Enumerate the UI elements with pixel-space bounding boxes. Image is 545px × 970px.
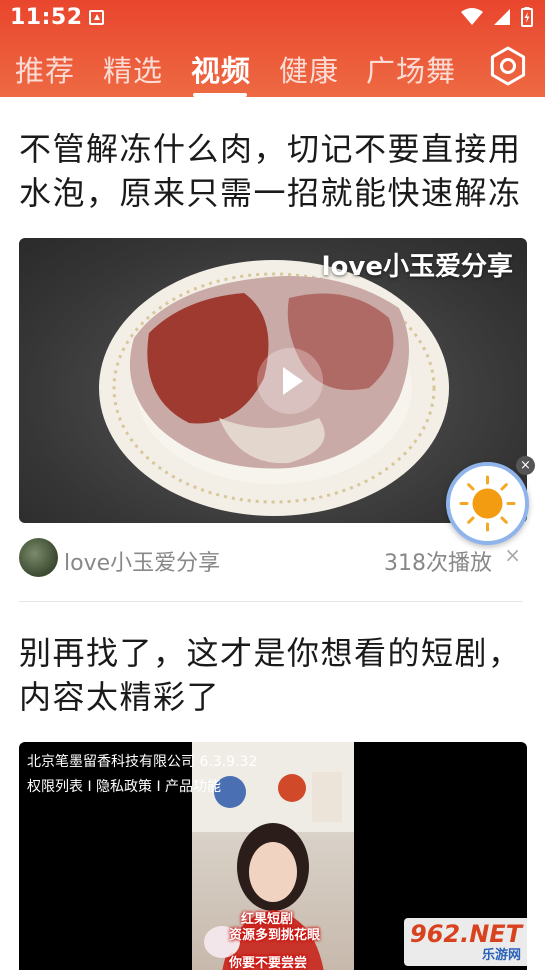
watermark-sub-text: 乐游网 [482,948,522,963]
video-overlay-text: love小玉爱分享 [321,252,513,282]
article-title-line: 水泡，原来只需一招就能快速解冻 [19,174,522,212]
article-title-line: 内容太精彩了 [19,678,221,716]
tab-health[interactable]: 健康 [279,48,339,90]
author-name[interactable]: love小玉爱分享 [64,545,220,577]
advertiser-company: 北京笔墨留香科技有限公司 6.3.9.32 [27,754,258,770]
app-notification-icon [89,10,104,25]
play-icon[interactable] [257,348,323,414]
play-count: 318次播放 [384,551,492,576]
article-title[interactable]: 不管解冻什么肉，切记不要直接用 水泡，原来只需一招就能快速解冻 [19,127,529,215]
author-row: love小玉爱分享 318次播放 × [19,538,527,578]
status-time: 11:52 [10,5,83,30]
video-caption: 资源多到挑花眼 [229,928,321,943]
app-header: 11:52 推荐 精选 视频 健康 广场舞 [0,0,545,97]
settings-icon [490,46,526,86]
floating-weather-button[interactable] [446,462,529,545]
tab-featured[interactable]: 精选 [103,48,163,90]
article-title[interactable]: 别再找了，这才是你想看的短剧， 内容太精彩了 [19,631,529,719]
video-caption: 你要不要尝尝 [229,956,308,970]
signal-icon [494,9,510,25]
floating-close-button[interactable]: × [516,456,535,475]
sun-icon [459,475,516,532]
avatar[interactable] [19,538,58,577]
article-title-line: 别再找了，这才是你想看的短剧， [19,634,522,672]
site-watermark: 962.NET 乐游网 [404,918,542,966]
article-title-line: 不管解冻什么肉，切记不要直接用 [19,130,522,168]
category-tabs: 推荐 精选 视频 健康 广场舞 [0,44,545,97]
tab-video[interactable]: 视频 [191,48,251,90]
battery-icon [521,7,533,27]
settings-button[interactable] [488,46,528,86]
tab-square-dance[interactable]: 广场舞 [366,48,456,90]
tab-recommend[interactable]: 推荐 [15,48,75,90]
active-tab-indicator [193,93,247,97]
status-icons [461,7,533,27]
status-bar: 11:52 [0,0,545,36]
advertiser-links[interactable]: 权限列表 I 隐私政策 I 产品功能 [27,776,221,796]
wifi-icon [461,8,483,25]
feed-divider [19,601,523,602]
dismiss-button[interactable]: × [504,543,521,567]
